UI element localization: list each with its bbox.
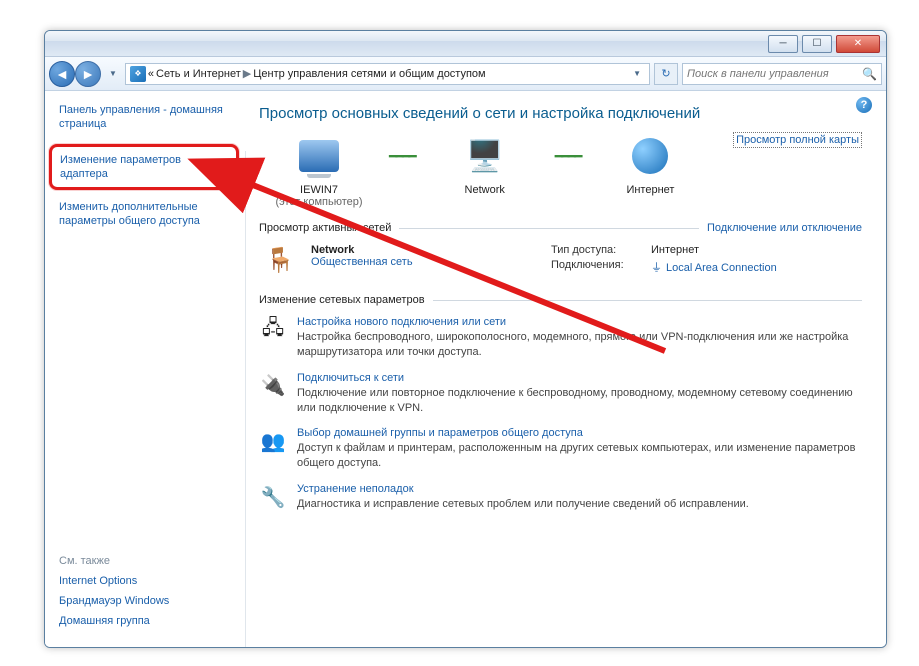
action-troubleshoot: 🔧 Устранение неполадок Диагностика и исп…	[259, 483, 862, 512]
action-new-connection: 🖧 Настройка нового подключения или сети …	[259, 316, 862, 360]
computer-icon	[295, 132, 343, 180]
connect-disconnect-link[interactable]: Подключение или отключение	[707, 222, 862, 234]
network-sharing-icon: ❖	[130, 66, 146, 82]
search-box[interactable]: 🔍	[682, 63, 882, 85]
network-identity: 🪑 Network Общественная сеть	[259, 244, 539, 278]
action-connect-network-link[interactable]: Подключиться к сети	[297, 372, 862, 384]
minimize-button[interactable]: ─	[768, 35, 798, 53]
active-network-block: 🪑 Network Общественная сеть Тип доступа:…	[259, 244, 862, 278]
breadcrumb-item-center[interactable]: Центр управления сетями и общим доступом	[253, 68, 485, 80]
map-node-pc: IEWIN7 (этот компьютер)	[259, 132, 379, 208]
action-homegroup: 👥 Выбор домашней группы и параметров общ…	[259, 427, 862, 471]
content-area: Панель управления - домашняя страница Из…	[45, 91, 886, 647]
back-button[interactable]: ◄	[49, 61, 75, 87]
search-input[interactable]	[687, 68, 858, 80]
section-active-label: Просмотр активных сетей	[259, 222, 391, 234]
navbar: ◄ ► ▼ ❖ « Сеть и Интернет ▶ Центр управл…	[45, 57, 886, 91]
network-name: Network	[425, 184, 545, 196]
breadcrumb-item-network[interactable]: Сеть и Интернет	[156, 68, 241, 80]
action-troubleshoot-link[interactable]: Устранение неполадок	[297, 483, 749, 495]
close-button[interactable]: ✕	[836, 35, 880, 53]
action-troubleshoot-desc: Диагностика и исправление сетевых пробле…	[297, 497, 749, 512]
pc-name: IEWIN7	[259, 184, 379, 196]
access-type-label: Тип доступа:	[551, 244, 651, 256]
see-also-header: См. также	[59, 555, 245, 567]
network-category-link[interactable]: Общественная сеть	[311, 256, 413, 268]
maximize-button[interactable]: ☐	[802, 35, 832, 53]
pc-sub: (этот компьютер)	[259, 196, 379, 208]
search-icon: 🔍	[862, 67, 877, 81]
sidebar-advanced-sharing-link[interactable]: Изменить дополнительные параметры общего…	[59, 200, 245, 229]
see-also-firewall[interactable]: Брандмауэр Windows	[59, 595, 245, 607]
section-change-settings: Изменение сетевых параметров	[259, 294, 862, 306]
control-panel-window: ─ ☐ ✕ ◄ ► ▼ ❖ « Сеть и Интернет ▶ Центр …	[44, 30, 887, 648]
globe-icon	[626, 132, 674, 180]
breadcrumb-separator-icon: ▶	[243, 67, 251, 80]
nav-arrows: ◄ ►	[49, 61, 101, 87]
homegroup-icon: 👥	[259, 427, 287, 455]
see-also-internet-options[interactable]: Internet Options	[59, 575, 245, 587]
action-homegroup-desc: Доступ к файлам и принтерам, расположенн…	[297, 441, 862, 471]
internet-name: Интернет	[590, 184, 710, 196]
ethernet-icon: ⏚	[651, 262, 662, 274]
page-title: Просмотр основных сведений о сети и наст…	[259, 105, 862, 122]
troubleshoot-icon: 🔧	[259, 483, 287, 511]
view-full-map-link[interactable]: Просмотр полной карты	[733, 132, 862, 148]
action-homegroup-link[interactable]: Выбор домашней группы и параметров общег…	[297, 427, 862, 439]
sidebar-adapter-settings-link[interactable]: Изменение параметров адаптера	[49, 144, 239, 191]
breadcrumb-chevron: «	[148, 68, 154, 80]
breadcrumb-dropdown-icon[interactable]: ▼	[629, 69, 645, 78]
access-type-value: Интернет	[651, 244, 699, 256]
action-connect-network-desc: Подключение или повторное подключение к …	[297, 386, 862, 416]
map-connector: ━━━━	[555, 132, 581, 180]
new-connection-icon: 🖧	[259, 316, 287, 344]
main-content: ? Просмотр основных сведений о сети и на…	[245, 91, 886, 647]
map-connector: ━━━━	[389, 132, 415, 180]
action-new-connection-link[interactable]: Настройка нового подключения или сети	[297, 316, 862, 328]
network-map: IEWIN7 (этот компьютер) ━━━━ 🖥️ Network …	[259, 132, 862, 208]
breadcrumb[interactable]: ❖ « Сеть и Интернет ▶ Центр управления с…	[125, 63, 650, 85]
connections-label: Подключения:	[551, 259, 651, 275]
action-connect-network: 🔌 Подключиться к сети Подключение или по…	[259, 372, 862, 416]
section-change-label: Изменение сетевых параметров	[259, 294, 425, 306]
forward-button[interactable]: ►	[75, 61, 101, 87]
section-rule	[399, 228, 699, 229]
help-icon[interactable]: ?	[856, 97, 872, 113]
active-network-name: Network	[311, 244, 413, 256]
titlebar: ─ ☐ ✕	[45, 31, 886, 57]
section-rule	[433, 300, 862, 301]
action-new-connection-desc: Настройка беспроводного, широкополосного…	[297, 330, 862, 360]
network-icon: 🖥️	[461, 132, 509, 180]
network-properties: Тип доступа: Интернет Подключения: ⏚ Loca…	[551, 244, 777, 278]
history-dropdown-icon[interactable]: ▼	[105, 69, 121, 78]
sidebar: Панель управления - домашняя страница Из…	[45, 91, 245, 647]
connection-link[interactable]: ⏚ Local Area Connection	[651, 259, 777, 275]
section-active-networks: Просмотр активных сетей Подключение или …	[259, 222, 862, 234]
map-node-internet: Интернет	[590, 132, 710, 196]
see-also-homegroup[interactable]: Домашняя группа	[59, 615, 245, 627]
connect-network-icon: 🔌	[259, 372, 287, 400]
sidebar-spacer	[59, 239, 245, 555]
refresh-button[interactable]: ↻	[654, 63, 678, 85]
control-panel-home-link[interactable]: Панель управления - домашняя страница	[59, 103, 245, 132]
park-bench-icon: 🪑	[259, 244, 301, 276]
connection-name: Local Area Connection	[666, 262, 777, 274]
map-node-network: 🖥️ Network	[425, 132, 545, 196]
